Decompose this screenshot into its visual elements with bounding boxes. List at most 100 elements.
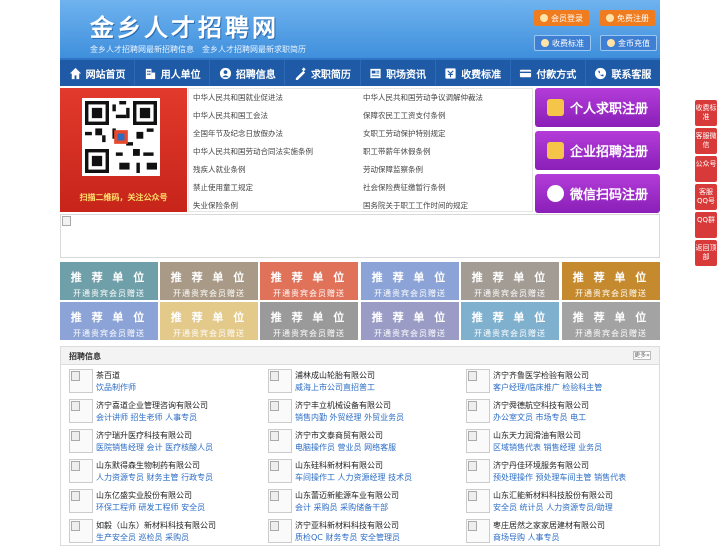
job-titles[interactable]: 车间操作工 人力资源经理 技术员	[295, 472, 412, 483]
policy-link[interactable]: 职工带薪年休假条例	[363, 146, 431, 157]
listing-item[interactable]: 山东硅科新材料有限公司 车间操作工 人力资源经理 技术员	[264, 457, 459, 487]
company-name[interactable]: 济宁舜德航空科技有限公司	[493, 400, 589, 411]
listing-item[interactable]: 山东天力润滑油有限公司 区域销售代表 销售经理 业务员	[462, 427, 657, 457]
company-name[interactable]: 枣庄居然之家家居建材有限公司	[493, 520, 605, 531]
listing-item[interactable]: 枣庄居然之家家居建材有限公司 商场导购 人事专员	[462, 517, 657, 547]
side-official-account[interactable]: 公众号	[695, 156, 717, 182]
policy-link[interactable]: 女职工劳动保护特别规定	[363, 128, 446, 139]
recommended-slot[interactable]: 推 荐 单 位开通贵宾会员赠送	[260, 302, 358, 340]
policy-link[interactable]: 中华人民共和国就业促进法	[193, 92, 283, 103]
recommended-slot[interactable]: 推 荐 单 位开通贵宾会员赠送	[361, 262, 459, 300]
nav-home[interactable]: 网站首页	[60, 60, 136, 86]
job-titles[interactable]: 会计讲师 招生老师 人事专员	[96, 412, 197, 423]
ad-banner[interactable]	[60, 214, 660, 258]
job-titles[interactable]: 预处理操作 预处理车间主管 销售代表	[493, 472, 626, 483]
policy-link[interactable]: 禁止使用童工规定	[193, 182, 253, 193]
recommended-slot[interactable]: 推 荐 单 位开通贵宾会员赠送	[461, 262, 559, 300]
policy-link[interactable]: 国务院关于职工工作时间的规定	[363, 200, 468, 211]
policy-link[interactable]: 失业保险条例	[193, 200, 238, 211]
company-name[interactable]: 济宁瑞升医疗科技有限公司	[96, 430, 192, 441]
side-back-to-top[interactable]: 返回顶部	[695, 240, 717, 266]
free-register-button[interactable]: 免费注册	[600, 10, 655, 26]
member-login-button[interactable]: 会员登录	[534, 10, 589, 26]
policy-link[interactable]: 全国年节及纪念日放假办法	[193, 128, 283, 139]
job-titles[interactable]: 饮品制作师	[96, 382, 136, 393]
job-titles[interactable]: 区域销售代表 销售经理 业务员	[493, 442, 602, 453]
company-name[interactable]: 山东亿盛实业股份有限公司	[96, 490, 192, 501]
recommended-slot[interactable]: 推 荐 单 位开通贵宾会员赠送	[160, 302, 258, 340]
company-name[interactable]: 济宁丰立机械设备有限公司	[295, 400, 391, 411]
more-link[interactable]: 更多»	[633, 351, 651, 360]
recommended-slot[interactable]: 推 荐 单 位开通贵宾会员赠送	[562, 302, 660, 340]
fee-standard-button[interactable]: 收费标准	[534, 35, 591, 51]
site-logo[interactable]: 金乡人才招聘网	[90, 8, 279, 43]
company-name[interactable]: 山东蕾迈新能源车业有限公司	[295, 490, 399, 501]
job-titles[interactable]: 客户经理/临床推广 检验科主管	[493, 382, 602, 393]
company-name[interactable]: 山东默得森生物制药有限公司	[96, 460, 200, 471]
recommended-slot[interactable]: 推 荐 单 位开通贵宾会员赠送	[60, 262, 158, 300]
side-fee-standard[interactable]: 收费标准	[695, 100, 717, 126]
personal-register-button[interactable]: 个人求职注册	[535, 88, 660, 127]
wechat-register-button[interactable]: 微信扫码注册	[535, 174, 660, 213]
job-titles[interactable]: 质检QC 财务专员 安全管理员	[295, 532, 400, 543]
listing-item[interactable]: 济宁亚科新材料科技有限公司 质检QC 财务专员 安全管理员	[264, 517, 459, 547]
recommended-slot[interactable]: 推 荐 单 位开通贵宾会员赠送	[361, 302, 459, 340]
company-name[interactable]: 济宁齐鲁医学检验有限公司	[493, 370, 589, 381]
side-service-wechat[interactable]: 客服微信	[695, 128, 717, 154]
listing-item[interactable]: 济宁齐鲁医学检验有限公司 客户经理/临床推广 检验科主管	[462, 367, 657, 397]
job-titles[interactable]: 商场导购 人事专员	[493, 532, 560, 543]
company-name[interactable]: 山东汇能新材料科技股份有限公司	[493, 490, 613, 501]
side-service-qq[interactable]: 客服QQ号	[695, 184, 717, 210]
nav-fees[interactable]: 收费标准	[436, 60, 511, 86]
listing-item[interactable]: 山东亿盛实业股份有限公司 环保工程师 研发工程师 安全员	[65, 487, 260, 517]
recommended-slot[interactable]: 推 荐 单 位开通贵宾会员赠送	[562, 262, 660, 300]
company-name[interactable]: 山东天力润滑油有限公司	[493, 430, 581, 441]
nav-payment[interactable]: 付款方式	[511, 60, 586, 86]
job-titles[interactable]: 会计 采购员 采购储备干部	[295, 502, 388, 513]
policy-link[interactable]: 中华人民共和国劳动争议调解仲裁法	[363, 92, 483, 103]
job-titles[interactable]: 生产安全员 巡检员 采购员	[96, 532, 189, 543]
company-register-button[interactable]: 企业招聘注册	[535, 131, 660, 170]
company-name[interactable]: 茶百道	[96, 370, 120, 381]
job-titles[interactable]: 环保工程师 研发工程师 安全员	[96, 502, 205, 513]
job-titles[interactable]: 人力资源专员 财务主管 行政专员	[96, 472, 213, 483]
policy-link[interactable]: 社会保险费征缴暂行条例	[363, 182, 446, 193]
listing-item[interactable]: 济宁丰立机械设备有限公司 销售内勤 外贸经理 外贸业务员	[264, 397, 459, 427]
nav-news[interactable]: 职场资讯	[361, 60, 436, 86]
company-name[interactable]: 如毅（山东）新材料科技有限公司	[96, 520, 216, 531]
company-name[interactable]: 济宁市文泰商贸有限公司	[295, 430, 383, 441]
listing-item[interactable]: 济宁喜道企业管理咨询有限公司 会计讲师 招生老师 人事专员	[65, 397, 260, 427]
listing-item[interactable]: 济宁瑞升医疗科技有限公司 医院销售经理 会计 医疗核酸人员	[65, 427, 260, 457]
job-titles[interactable]: 办公室文员 市场专员 电工	[493, 412, 586, 423]
policy-link[interactable]: 劳动保障监察条例	[363, 164, 423, 175]
listing-item[interactable]: 济宁市文泰商贸有限公司 电脑操作员 营业员 网络客服	[264, 427, 459, 457]
listing-item[interactable]: 山东汇能新材料科技股份有限公司 安全员 统计员 人力资源专员/助理	[462, 487, 657, 517]
listing-item[interactable]: 如毅（山东）新材料科技有限公司 生产安全员 巡检员 采购员	[65, 517, 260, 547]
listing-item[interactable]: 山东默得森生物制药有限公司 人力资源专员 财务主管 行政专员	[65, 457, 260, 487]
company-name[interactable]: 济宁亚科新材料科技有限公司	[295, 520, 399, 531]
listing-item[interactable]: 济宁舜德航空科技有限公司 办公室文员 市场专员 电工	[462, 397, 657, 427]
recommended-slot[interactable]: 推 荐 单 位开通贵宾会员赠送	[461, 302, 559, 340]
nav-resumes[interactable]: 求职简历	[285, 60, 361, 86]
listing-item[interactable]: 茶百道 饮品制作师	[65, 367, 260, 397]
company-name[interactable]: 山东硅科新材料有限公司	[295, 460, 383, 471]
nav-contact[interactable]: 联系客服	[586, 60, 660, 86]
recommended-slot[interactable]: 推 荐 单 位开通贵宾会员赠送	[60, 302, 158, 340]
nav-employers[interactable]: 用人单位	[135, 60, 211, 86]
company-name[interactable]: 浦林成山轮胎有限公司	[295, 370, 375, 381]
listing-item[interactable]: 济宁丹佳环境服务有限公司 预处理操作 预处理车间主管 销售代表	[462, 457, 657, 487]
policy-link[interactable]: 中华人民共和国劳动合同法实施条例	[193, 146, 313, 157]
recommended-slot[interactable]: 推 荐 单 位开通贵宾会员赠送	[260, 262, 358, 300]
job-titles[interactable]: 销售内勤 外贸经理 外贸业务员	[295, 412, 404, 423]
coin-recharge-button[interactable]: 金币充值	[600, 35, 657, 51]
policy-link[interactable]: 中华人民共和国工会法	[193, 110, 268, 121]
policy-link[interactable]: 保障农民工工资支付条例	[363, 110, 446, 121]
company-name[interactable]: 济宁丹佳环境服务有限公司	[493, 460, 589, 471]
nav-recruitment[interactable]: 招聘信息	[210, 60, 286, 86]
company-name[interactable]: 济宁喜道企业管理咨询有限公司	[96, 400, 208, 411]
listing-item[interactable]: 山东蕾迈新能源车业有限公司 会计 采购员 采购储备干部	[264, 487, 459, 517]
job-titles[interactable]: 安全员 统计员 人力资源专员/助理	[493, 502, 613, 513]
side-qq-group[interactable]: QQ群	[695, 212, 717, 238]
listing-item[interactable]: 浦林成山轮胎有限公司 威海上市公司直招普工	[264, 367, 459, 397]
job-titles[interactable]: 电脑操作员 营业员 网络客服	[295, 442, 396, 453]
